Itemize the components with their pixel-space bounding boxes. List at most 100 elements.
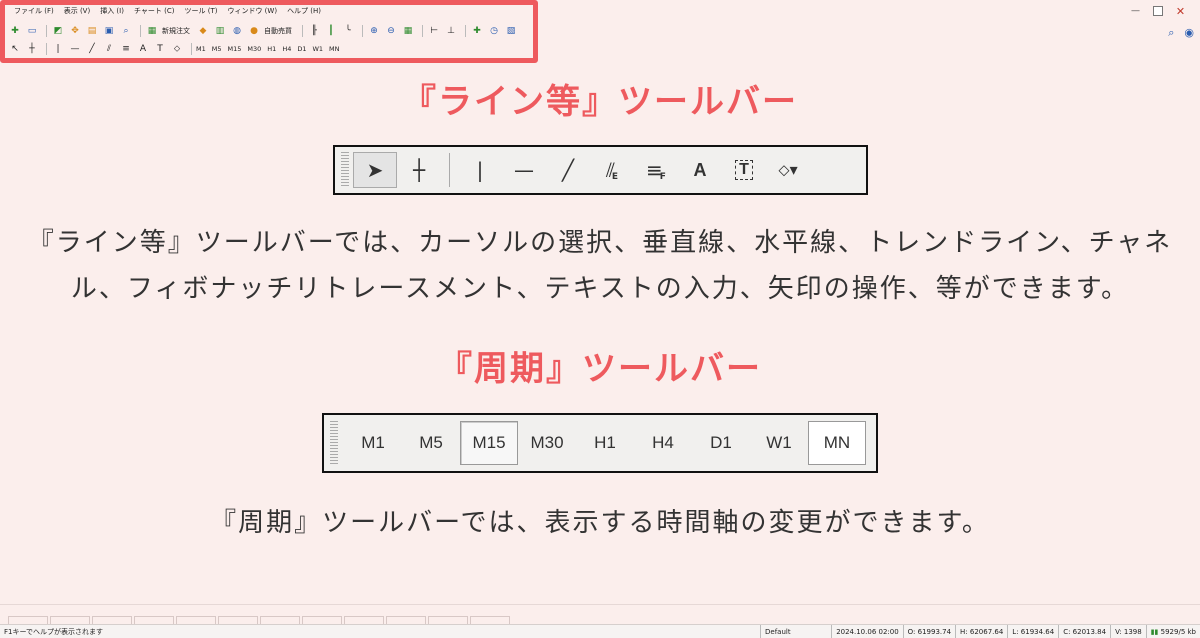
period-m15-button[interactable]: M15 <box>460 421 518 465</box>
horizontal-line-icon[interactable]: — <box>68 42 82 56</box>
chart-tab[interactable] <box>260 616 300 624</box>
fibonacci-icon[interactable]: ≡ F <box>634 152 678 188</box>
period-toolbar-heading: 『周期』ツールバー <box>438 349 762 389</box>
text-label-icon[interactable]: T <box>722 152 766 188</box>
chart-tab[interactable] <box>428 616 468 624</box>
period-d1-button[interactable]: D1 <box>692 421 750 465</box>
periods-icon[interactable]: ◷ <box>487 24 501 38</box>
chart-tab[interactable] <box>386 616 426 624</box>
standard-toolbar: ✚ ▭ ◩ ✥ ▤ ▣ ⌕ ▦ 新規注文 ◆ ▥ ◍ ● 自動売買 ╟ ┃ ╰ … <box>0 22 540 40</box>
tf-m30[interactable]: M30 <box>247 45 261 53</box>
tf-d1[interactable]: D1 <box>297 45 306 53</box>
period-m5-button[interactable]: M5 <box>402 421 460 465</box>
status-traffic: ▮▮ 5929/5 kb <box>1145 624 1200 638</box>
period-h1-button[interactable]: H1 <box>576 421 634 465</box>
tf-h4[interactable]: H4 <box>282 45 291 53</box>
metaeditor-icon[interactable]: ◆ <box>196 24 210 38</box>
chart-tab[interactable] <box>344 616 384 624</box>
vertical-line-icon[interactable]: | <box>458 152 502 188</box>
bar-chart-icon[interactable]: ╟ <box>307 24 321 38</box>
menu-help[interactable]: ヘルプ (H) <box>287 6 321 16</box>
menu-file[interactable]: ファイル (F) <box>14 6 54 16</box>
menu-tools[interactable]: ツール (T) <box>184 6 217 16</box>
terminal-icon[interactable]: ▣ <box>102 24 116 38</box>
period-m1-button[interactable]: M1 <box>344 421 402 465</box>
arrows-icon[interactable]: ⬦ <box>170 42 184 56</box>
channel-icon[interactable]: ⫽ <box>102 42 116 56</box>
account-icon[interactable]: ◉ <box>1184 26 1194 40</box>
crosshair-icon[interactable]: ┼ <box>397 152 441 188</box>
status-open: O: 61993.74 <box>902 624 955 638</box>
status-high: H: 62067.64 <box>955 624 1007 638</box>
market-icon[interactable]: ◍ <box>230 24 244 38</box>
lines-toolbar-heading: 『ライン等』ツールバー <box>402 82 798 122</box>
new-chart-icon[interactable]: ✚ <box>8 24 22 38</box>
tf-m5[interactable]: M5 <box>212 45 222 53</box>
chart-tab[interactable] <box>50 616 90 624</box>
chart-tab[interactable] <box>176 616 216 624</box>
text-label-icon[interactable]: T <box>153 42 167 56</box>
line-chart-icon[interactable]: ╰ <box>341 24 355 38</box>
close-icon[interactable]: ✕ <box>1175 6 1186 17</box>
status-close: C: 62013.84 <box>1058 624 1110 638</box>
tf-m15[interactable]: M15 <box>228 45 242 53</box>
period-toolbar-enlarged: M1 M5 M15 M30 H1 H4 D1 W1 MN <box>322 413 878 473</box>
period-h4-button[interactable]: H4 <box>634 421 692 465</box>
period-toolbar-description: 『周期』ツールバーでは、表示する時間軸の変更ができます。 <box>0 500 1200 546</box>
menu-chart[interactable]: チャート (C) <box>134 6 175 16</box>
new-order-icon[interactable]: ▦ <box>145 24 159 38</box>
signals-icon[interactable]: ▥ <box>213 24 227 38</box>
data-window-icon[interactable]: ✥ <box>68 24 82 38</box>
chart-tab[interactable] <box>8 616 48 624</box>
chart-tab[interactable] <box>218 616 258 624</box>
tf-m1[interactable]: M1 <box>196 45 206 53</box>
status-volume: V: 1398 <box>1110 624 1146 638</box>
auto-scroll-icon[interactable]: ⊥ <box>444 24 458 38</box>
profiles-icon[interactable]: ▭ <box>25 24 39 38</box>
chart-tab[interactable] <box>134 616 174 624</box>
arrows-icon[interactable]: ⬦▾ <box>766 152 810 188</box>
navigator-icon[interactable]: ▤ <box>85 24 99 38</box>
status-profile: Default <box>760 624 831 638</box>
tile-windows-icon[interactable]: ▦ <box>401 24 415 38</box>
chart-tab[interactable] <box>470 616 510 624</box>
minimize-icon[interactable]: — <box>1130 6 1141 17</box>
market-watch-icon[interactable]: ◩ <box>51 24 65 38</box>
templates-icon[interactable]: ▧ <box>504 24 518 38</box>
auto-trading-button[interactable]: 自動売買 <box>264 26 292 36</box>
text-icon[interactable]: A <box>136 42 150 56</box>
restore-icon[interactable] <box>1153 6 1163 16</box>
menu-insert[interactable]: 挿入 (I) <box>100 6 124 16</box>
tf-mn[interactable]: MN <box>329 45 339 53</box>
vertical-line-icon[interactable]: | <box>51 42 65 56</box>
chart-tab[interactable] <box>302 616 342 624</box>
cursor-icon[interactable]: ➤ <box>353 152 397 188</box>
fibonacci-icon[interactable]: ≡ <box>119 42 133 56</box>
chart-tab[interactable] <box>92 616 132 624</box>
menu-view[interactable]: 表示 (V) <box>64 6 90 16</box>
zoom-in-icon[interactable]: ⊕ <box>367 24 381 38</box>
new-order-button[interactable]: 新規注文 <box>162 26 190 36</box>
chart-shift-icon[interactable]: ⊢ <box>427 24 441 38</box>
tf-w1[interactable]: W1 <box>312 45 323 53</box>
tf-h1[interactable]: H1 <box>267 45 276 53</box>
indicators-icon[interactable]: ✚ <box>470 24 484 38</box>
horizontal-line-icon[interactable]: — <box>502 152 546 188</box>
period-w1-button[interactable]: W1 <box>750 421 808 465</box>
zoom-out-icon[interactable]: ⊖ <box>384 24 398 38</box>
description-line: 『周期』ツールバーでは、表示する時間軸の変更ができます。 <box>210 508 990 538</box>
period-mn-button[interactable]: MN <box>808 421 866 465</box>
menu-window[interactable]: ウィンドウ (W) <box>227 6 277 16</box>
status-datetime: 2024.10.06 02:00 <box>831 624 902 638</box>
text-icon[interactable]: A <box>678 152 722 188</box>
trendline-icon[interactable]: ╱ <box>85 42 99 56</box>
auto-trading-icon[interactable]: ● <box>247 24 261 38</box>
equidistant-channel-icon[interactable]: ⫽ E <box>590 152 634 188</box>
period-m30-button[interactable]: M30 <box>518 421 576 465</box>
trendline-icon[interactable]: ╱ <box>546 152 590 188</box>
candlestick-icon[interactable]: ┃ <box>324 24 338 38</box>
crosshair-icon[interactable]: ┼ <box>25 42 39 56</box>
tester-icon[interactable]: ⌕ <box>119 24 133 38</box>
search-icon[interactable]: ⌕ <box>1168 26 1174 40</box>
cursor-icon[interactable]: ↖ <box>8 42 22 56</box>
